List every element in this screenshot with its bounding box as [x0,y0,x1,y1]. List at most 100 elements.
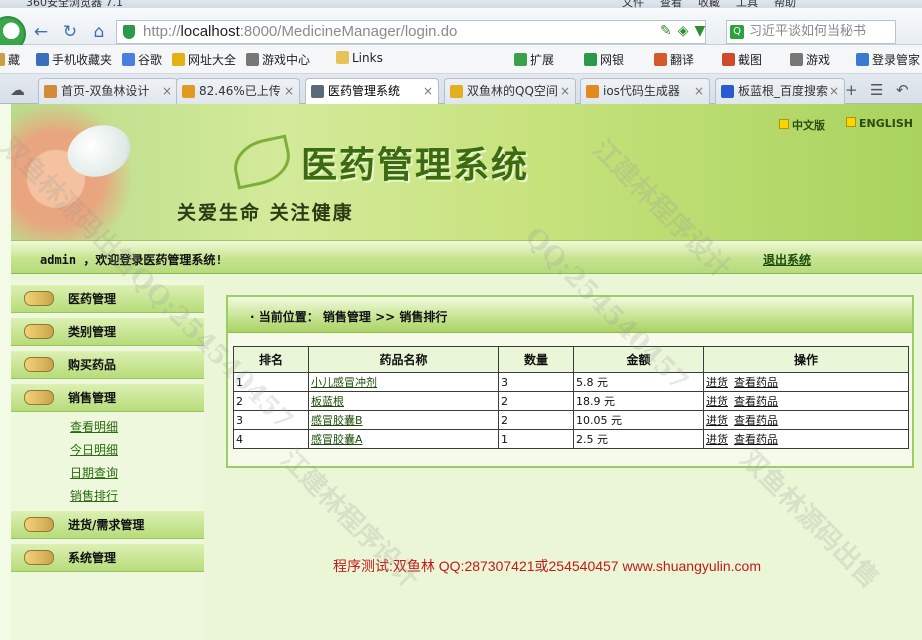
menu-system[interactable]: 系统管理 [11,544,204,572]
bookmark-1[interactable]: 手机收藏夹 [36,51,112,68]
menu-file[interactable]: 文件 [622,0,644,8]
view-medicine-link[interactable]: 查看药品 [734,376,778,389]
home-icon[interactable]: ⌂ [88,21,110,43]
table-row: 2 板蓝根 2 18.9 元 进货 查看药品 [233,391,909,411]
menu-view[interactable]: 查看 [660,0,682,8]
sub-today-details[interactable]: 今日明细 [70,441,118,458]
menu-help[interactable]: 帮助 [774,0,796,8]
tab-label: 板蓝根_百度搜索 [738,84,829,98]
menu-purchase[interactable]: 购买药品 [11,351,204,379]
logout-link[interactable]: 退出系统 [763,251,811,268]
col-qty: 数量 [498,346,574,373]
app-frame: 医药管理系统 关爱生命 关注健康 中文版 ENGLISH admin ，欢迎登录… [11,104,922,640]
table-cell: 4 [233,429,309,449]
bookmark-7[interactable]: 网银 [584,51,624,68]
sub-view-details[interactable]: 查看明细 [70,418,118,435]
tab-4[interactable]: ios代码生成器 × [580,78,710,104]
bookmark-10[interactable]: 游戏 [790,51,830,68]
menu-stock-demand[interactable]: 进货/需求管理 [11,511,204,539]
bookmark-2[interactable]: 谷歌 [122,51,162,68]
close-tab-icon[interactable]: × [284,79,294,103]
medicine-name-link[interactable]: 感冒胶囊A [311,433,363,446]
bookmark-4[interactable]: 游戏中心 [246,51,310,68]
upload-icon [182,85,195,98]
rank-cell: 4 [236,432,243,446]
bookmark-11[interactable]: 登录管家 [856,51,920,68]
medicine-name-link[interactable]: 小儿感冒冲剂 [311,376,377,389]
bookmark-label: 藏 [8,53,21,67]
tab-list-icon[interactable]: ☰ [870,82,883,98]
folder-icon [336,51,349,64]
bookmark-3[interactable]: 网址大全 [172,51,236,68]
view-medicine-link[interactable]: 查看药品 [734,414,778,427]
close-tab-icon[interactable]: × [694,79,704,103]
footer-credits: 程序测试:双鱼林 QQ:287307421或254540457 www.shua… [333,558,761,574]
close-tab-icon[interactable]: × [829,79,839,103]
close-tab-icon[interactable]: × [162,79,172,103]
menu-sales[interactable]: 销售管理 [11,384,204,412]
back-arrow-icon[interactable]: ← [30,21,52,43]
tab-page-icon [586,85,599,98]
game-icon [790,53,803,66]
header-banner: 医药管理系统 关爱生命 关注健康 中文版 ENGLISH [11,104,922,240]
bookmark-6[interactable]: 扩展 [514,51,554,68]
tab-5[interactable]: 板蓝根_百度搜索 × [715,78,845,104]
lang-english-link[interactable]: ENGLISH [846,117,913,130]
menu-medicine[interactable]: 医药管理 [11,285,204,313]
rank-cell: 1 [236,375,243,389]
search-input[interactable]: Q 习近平谈如何当秘书 [726,20,896,44]
table-cell: 2.5 元 [573,429,704,449]
cloud-icon[interactable]: ☁ [10,82,25,98]
tab-2[interactable]: 医药管理系统 × [305,78,439,105]
refresh-icon[interactable]: ↻ [59,21,81,43]
sub-sales-ranking[interactable]: 销售排行 [70,487,118,504]
search-icon: Q [730,25,744,39]
url-action-icons[interactable]: ✎◈▼ [660,23,711,39]
restock-link[interactable]: 进货 [706,433,728,446]
table-cell: 板蓝根 [308,391,499,411]
medicine-name-link[interactable]: 感冒胶囊B [311,414,363,427]
bookmark-label: 扩展 [530,53,555,67]
table-row: 4 感冒胶囊A 1 2.5 元 进货 查看药品 [233,429,909,449]
close-tab-icon[interactable]: × [560,79,570,103]
menu-tools[interactable]: 工具 [736,0,758,8]
view-medicine-link[interactable]: 查看药品 [734,433,778,446]
bookmarks-bar: 藏 手机收藏夹 谷歌 网址大全 游戏中心 Links 扩展 网银 翻译 截图 游戏 登录管家 [0,45,922,74]
tab-1[interactable]: 82.46%已上传 × [176,78,300,104]
system-title: 医药管理系统 [301,144,530,186]
bookmark-0[interactable]: 藏 [0,51,20,68]
bookmark-label: 翻译 [670,53,695,67]
puzzle-icon [514,53,527,66]
sub-date-query[interactable]: 日期查询 [70,464,118,481]
menu-category[interactable]: 类别管理 [11,318,204,346]
translate-icon [654,53,667,66]
address-toolbar: ← ↻ ⌂ http://localhost:8000/MedicineMana… [0,8,922,52]
restock-link[interactable]: 进货 [706,414,728,427]
tab-3[interactable]: 双鱼林的QQ空间 × [444,78,576,104]
table-row: 3 感冒胶囊B 2 10.05 元 进货 查看药品 [233,410,909,430]
bookmark-label: 游戏中心 [262,53,311,67]
undo-close-icon[interactable]: ↶ [896,82,909,98]
bookmark-5[interactable]: Links [336,51,383,65]
slogan: 关爱生命 关注健康 [177,202,354,224]
bookmark-8[interactable]: 翻译 [654,51,694,68]
menu-favorites[interactable]: 收藏 [698,0,720,8]
bookmark-label: 网址大全 [188,53,237,67]
browser-titlebar: 360安全浏览器 7.1 文件 查看 收藏 工具 帮助 [0,0,922,8]
bookmark-9[interactable]: 截图 [722,51,762,68]
tab-0[interactable]: 首页-双鱼林设计 × [38,78,178,104]
restock-link[interactable]: 进货 [706,376,728,389]
restock-link[interactable]: 进货 [706,395,728,408]
tab-page-icon [311,85,324,98]
close-tab-icon[interactable]: × [423,79,433,103]
table-cell: 感冒胶囊B [308,410,499,430]
lang-chinese-link[interactable]: 中文版 [779,117,825,133]
new-tab-icon[interactable]: + [845,82,858,98]
table-cell: 小儿感冒冲剂 [308,372,499,392]
menu-label: 类别管理 [68,325,117,339]
qty-cell: 2 [501,413,508,427]
amount-cell: 5.8 元 [576,376,608,389]
medicine-name-link[interactable]: 板蓝根 [311,395,344,408]
view-medicine-link[interactable]: 查看药品 [734,395,778,408]
url-input[interactable]: http://localhost:8000/MedicineManager/lo… [116,20,706,44]
